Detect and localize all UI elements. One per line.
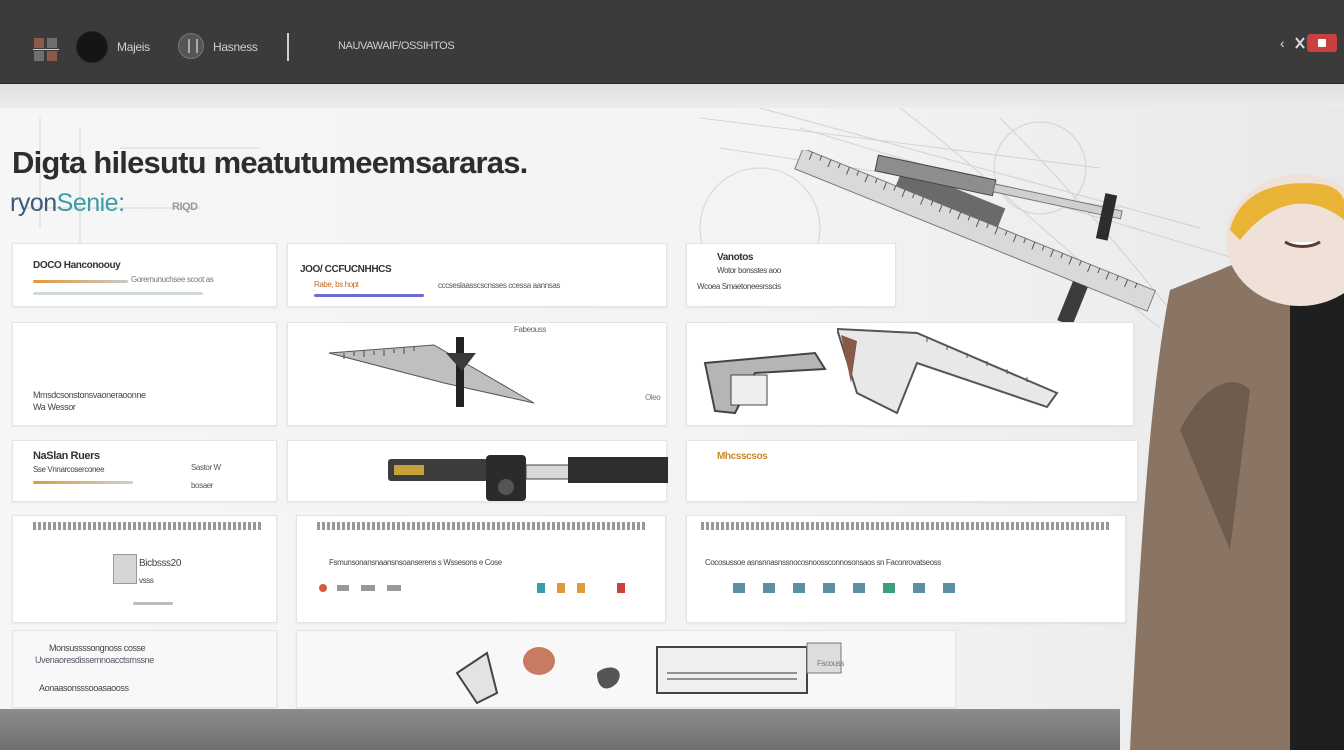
card-rule (317, 522, 647, 530)
digital-caliper-image (388, 455, 668, 501)
subline-part-a: ryon (10, 189, 57, 217)
card-line-b: Wcoea Smaetoneesrsscis (697, 282, 781, 291)
page-subline: ryonSenie: (10, 189, 125, 218)
card-line-a: Sse Vnnarcoserconee (33, 465, 105, 474)
card-vanotos[interactable]: Vanotos Wotor bonsstes aoo Wcoea Smaeton… (686, 243, 896, 307)
card-line-b: Wa Wessor (33, 402, 76, 412)
card-mhcs[interactable]: Mhcsscsos (686, 440, 1138, 502)
card-line-c: Aonaasonsssooasaooss (39, 683, 129, 693)
card-cocos[interactable]: Cocosussoe asnsnnasnssnocosnoossconnoson… (686, 515, 1126, 623)
card-title: Bicbsss20 (139, 558, 181, 569)
card-line-b: Uvenaoresdissemnoacctsrnssne (35, 655, 154, 665)
card-progress (33, 481, 133, 484)
card-cccf[interactable]: JOO/ CCFUCNHHCS Rabe, bs hopt cccseslaas… (287, 243, 667, 307)
grid-logo-icon[interactable] (33, 37, 59, 63)
card-bicbsss[interactable]: Bicbsss20 vsss (12, 515, 277, 623)
card-line-a: Wotor bonsstes aoo (717, 266, 781, 275)
record-icon[interactable] (1307, 34, 1337, 52)
tools-gallery-image (455, 642, 842, 705)
user-name[interactable]: Majeis (117, 40, 150, 54)
card-title: NaSlan Ruers (33, 450, 100, 462)
vernier-image (328, 337, 535, 407)
card-monsus[interactable]: Monsussssongnoss cosse Uvenaoresdissemno… (12, 630, 277, 708)
subline-badge: RIQD (172, 201, 198, 213)
protractor-image (837, 327, 1059, 415)
card-label: Fscouss (817, 659, 844, 668)
card-tools-gallery[interactable]: Fscouss (296, 630, 956, 708)
card-line-a: Mmsdcsonstonsvaoneraoonne (33, 390, 146, 400)
top-bar: Majeis Hasness NAUVAWAIF/OSSIHTOS ‹ (0, 0, 1344, 84)
card-line: vsss (139, 576, 154, 585)
card-line-a: Rabe, bs hopt (314, 280, 359, 289)
card-rule (701, 522, 1111, 530)
card-chip-a: Sastor W (191, 463, 221, 472)
card-fsmun[interactable]: Fsmunsonansnaansnsoanserens s Wssesons e… (296, 515, 666, 623)
clamp-image (703, 351, 827, 415)
card-label: Mhcsscsos (717, 451, 768, 462)
page-headline: Digta hilesutu meatutumeemsararas. (12, 145, 528, 180)
card-title: JOO/ CCFUCNHHCS (300, 264, 392, 275)
card-line-a: Monsussssongnoss cosse (49, 643, 146, 653)
card-line: Gorernunuchsee scoot as (131, 275, 214, 284)
icon-row (319, 583, 625, 593)
tools-icon[interactable] (1294, 34, 1306, 52)
card-measuring-tool[interactable]: Fabeouss (287, 322, 667, 426)
card-caption: Oleo (645, 393, 661, 402)
thumbnail (113, 554, 137, 584)
avatar[interactable] (76, 31, 108, 63)
card-title: Vanotos (717, 252, 754, 263)
card-doco[interactable]: DOCO Hanconoouy Gorernunuchsee scoot as (12, 243, 277, 307)
footer-bar (0, 709, 1120, 750)
card-bar (33, 292, 203, 295)
nav-link[interactable]: NAUVAWAIF/OSSIHTOS (338, 40, 455, 52)
card-progress (33, 280, 128, 283)
brand-icon[interactable] (178, 33, 204, 59)
card-title: DOCO Hanconoouy (33, 260, 121, 271)
subline-part-b: Senie: (56, 189, 125, 217)
presenter-photo (1130, 174, 1344, 750)
card-bar (133, 602, 173, 605)
card-naslan[interactable]: NaSlan Ruers Sse Vnnarcoserconee Sastor … (12, 440, 277, 502)
card-rule (33, 522, 263, 530)
card-bevel-tool[interactable]: Oleo (645, 322, 1134, 426)
card-digital-caliper[interactable] (287, 440, 668, 502)
card-line: Fsmunsonansnaansnsoanserens s Wssesons e… (329, 558, 502, 567)
back-icon[interactable]: ‹ (1280, 34, 1292, 52)
card-line-b: cccseslaasscscnsses ccessa aannsas (438, 281, 561, 290)
card-chip-b: bosaer (191, 481, 214, 490)
icon-row (733, 583, 955, 593)
card-bar (314, 294, 424, 297)
topbar-divider (287, 33, 289, 61)
card-mmsd[interactable]: Mmsdcsonstonsvaoneraoonne Wa Wessor (12, 322, 277, 426)
card-line: Cocosussoe asnsnnasnssnocosnoossconnoson… (705, 558, 941, 567)
header-band (0, 84, 1344, 108)
brand-name[interactable]: Hasness (213, 40, 258, 54)
